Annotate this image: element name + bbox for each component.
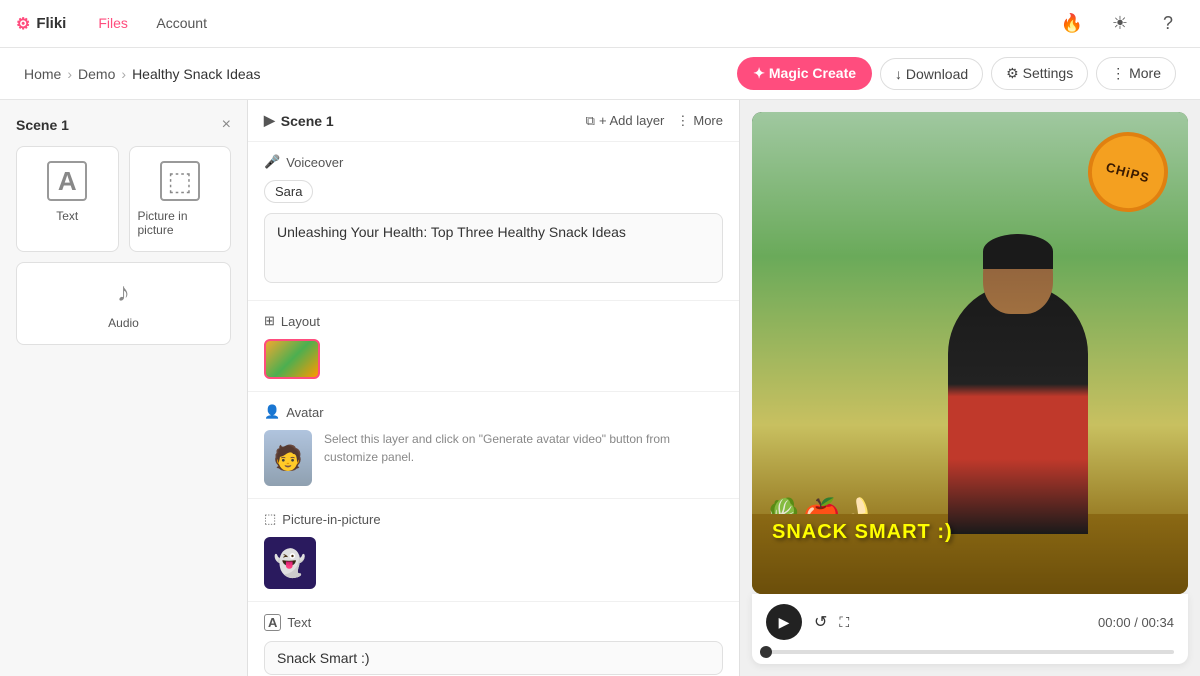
fire-icon[interactable]: 🔥 [1056, 8, 1088, 40]
layer-grid: A Text ⬚ Picture in picture ♪ Audio [16, 146, 231, 345]
pip-label: ⬚ Picture-in-picture [264, 511, 723, 527]
text-layer-icon-label: A [264, 614, 281, 631]
toolbar-actions: ✦ Magic Create ↓ Download ⚙ Settings ⋮ M… [737, 57, 1176, 90]
breadcrumb-current: Healthy Snack Ideas [132, 66, 260, 82]
progress-bar[interactable] [766, 650, 1174, 654]
nav-account[interactable]: Account [144, 9, 219, 37]
video-controls: ▶ ↺ ⛶ 00:00 / 00:34 [752, 594, 1188, 664]
nav-files[interactable]: Files [86, 9, 140, 37]
text-layer-section: A Text [248, 602, 739, 676]
nav-items: Files Account [86, 15, 219, 33]
add-layer-button[interactable]: ⧉ + Add layer [586, 113, 665, 129]
more-button[interactable]: ⋮ More [1096, 57, 1176, 90]
sun-icon[interactable]: ☀ [1104, 8, 1136, 40]
pip-icon: ⬚ [264, 511, 276, 527]
top-navigation: ⚙ Fliki Files Account 🔥 ☀ ? [0, 0, 1200, 48]
video-area: 🥬🍎🍌 CHiPS SNACK S [752, 112, 1188, 594]
add-layer-icon: ⧉ [586, 113, 595, 129]
layer-pip[interactable]: ⬚ Picture in picture [129, 146, 232, 252]
main-layout: Scene 1 × A Text ⬚ Picture in picture ♪ … [0, 100, 1200, 676]
layer-audio[interactable]: ♪ Audio [16, 262, 231, 345]
avatar-icon: 👤 [264, 404, 280, 420]
head [983, 234, 1053, 314]
avatar-person-icon: 🧑 [273, 444, 303, 473]
pip-thumbnail[interactable]: 👻 [264, 537, 316, 589]
right-panel: 🥬🍎🍌 CHiPS SNACK S [740, 100, 1200, 676]
voiceover-speaker-tag[interactable]: Sara [264, 180, 313, 203]
scene-more-button[interactable]: ⋮ More [676, 113, 723, 129]
panel-header: Scene 1 × [16, 116, 231, 134]
scene-title: Scene 1 [281, 113, 334, 129]
voiceover-label: 🎤 Voiceover [264, 154, 723, 170]
play-button[interactable]: ▶ [766, 604, 802, 640]
help-icon[interactable]: ? [1152, 8, 1184, 40]
logo-text: Fliki [36, 15, 66, 32]
scene-title-group: ▶ Scene 1 [264, 112, 334, 129]
breadcrumb-home[interactable]: Home [24, 66, 61, 82]
text-layer-label: A Text [264, 614, 723, 631]
download-button[interactable]: ↓ Download [880, 58, 983, 90]
close-button[interactable]: × [222, 116, 231, 134]
progress-knob[interactable] [760, 646, 772, 658]
pip-sticker-icon: 👻 [274, 548, 306, 579]
replay-button[interactable]: ↺ [814, 612, 827, 632]
woman-figure [938, 234, 1098, 534]
controls-row: ▶ ↺ ⛶ 00:00 / 00:34 [766, 604, 1174, 640]
breadcrumb-demo[interactable]: Demo [78, 66, 115, 82]
settings-button[interactable]: ⚙ Settings [991, 57, 1088, 90]
breadcrumb-bar: Home › Demo › Healthy Snack Ideas ✦ Magi… [0, 48, 1200, 100]
layer-audio-label: Audio [108, 316, 139, 330]
layer-text[interactable]: A Text [16, 146, 119, 252]
scene-more-icon: ⋮ [676, 113, 689, 129]
voiceover-section: 🎤 Voiceover Sara [248, 142, 739, 301]
mic-icon: 🎤 [264, 154, 280, 170]
script-text-area[interactable] [264, 213, 723, 283]
fullscreen-button[interactable]: ⛶ [839, 614, 849, 631]
avatar-row: 🧑 Select this layer and click on "Genera… [264, 430, 723, 486]
layout-thumbnail[interactable] [264, 339, 320, 379]
panel-title: Scene 1 [16, 117, 69, 133]
text-layer-icon: A [47, 161, 87, 201]
avatar-thumbnail[interactable]: 🧑 [264, 430, 312, 486]
scene-actions: ⧉ + Add layer ⋮ More [586, 113, 723, 129]
layout-icon: ⊞ [264, 313, 275, 329]
left-panel: Scene 1 × A Text ⬚ Picture in picture ♪ … [0, 100, 248, 676]
pip-section: ⬚ Picture-in-picture 👻 [248, 499, 739, 602]
time-display: 00:00 / 00:34 [1098, 615, 1174, 630]
avatar-hint-text: Select this layer and click on "Generate… [324, 430, 723, 466]
breadcrumb: Home › Demo › Healthy Snack Ideas [24, 66, 260, 82]
scene-more-label: More [693, 113, 723, 128]
breadcrumb-sep-2: › [121, 66, 126, 82]
play-icon: ▶ [264, 112, 275, 129]
text-layer-input[interactable] [264, 641, 723, 675]
gear-icon: ⚙ [16, 14, 30, 34]
video-overlay-text: SNACK SMART :) [772, 521, 953, 544]
hair [983, 234, 1053, 269]
avatar-section: 👤 Avatar 🧑 Select this layer and click o… [248, 392, 739, 499]
add-layer-label: + Add layer [599, 113, 664, 128]
center-panel: ▶ Scene 1 ⧉ + Add layer ⋮ More 🎤 Voiceov… [248, 100, 740, 676]
layout-section: ⊞ Layout [248, 301, 739, 392]
breadcrumb-sep-1: › [67, 66, 72, 82]
layer-pip-label: Picture in picture [138, 209, 223, 237]
avatar-label: 👤 Avatar [264, 404, 723, 420]
layout-label: ⊞ Layout [264, 313, 723, 329]
logo[interactable]: ⚙ Fliki [16, 14, 66, 34]
body [948, 284, 1088, 534]
video-placeholder: 🥬🍎🍌 CHiPS SNACK S [752, 112, 1188, 594]
layer-text-label: Text [56, 209, 78, 223]
pip-layer-icon: ⬚ [160, 161, 200, 201]
audio-layer-icon: ♪ [117, 277, 130, 308]
nav-right-icons: 🔥 ☀ ? [1056, 8, 1184, 40]
magic-create-button[interactable]: ✦ Magic Create [737, 57, 872, 90]
scene-header: ▶ Scene 1 ⧉ + Add layer ⋮ More [248, 100, 739, 142]
